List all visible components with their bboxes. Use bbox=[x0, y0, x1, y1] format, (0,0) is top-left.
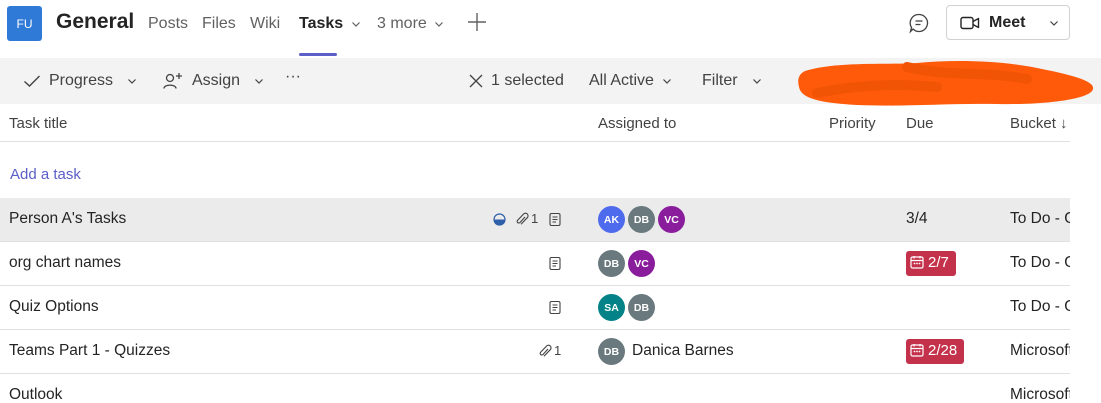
task-title[interactable]: org chart names bbox=[9, 254, 121, 272]
table-row[interactable]: Quiz Options SA DB To Do - Quizzes bbox=[0, 286, 1070, 330]
selected-count-label: 1 selected bbox=[491, 72, 564, 89]
team-avatar[interactable]: FU bbox=[7, 6, 42, 41]
filter-button[interactable]: Filter bbox=[702, 72, 770, 90]
task-list: Task title Assigned to Priority Due Buck… bbox=[0, 104, 1070, 403]
assign-button[interactable]: Assign bbox=[162, 72, 272, 90]
channel-header: FU General Posts Files Wiki Tasks 3 more… bbox=[0, 0, 1070, 58]
task-title[interactable]: Person A's Tasks bbox=[9, 210, 126, 228]
bucket-name[interactable]: Microsoft bbox=[1010, 342, 1070, 360]
progress-button[interactable]: Progress bbox=[23, 72, 145, 90]
table-row[interactable]: Person A's Tasks 1 AK DB VC 3/4 To Do - … bbox=[0, 198, 1070, 242]
avatar[interactable]: SA bbox=[598, 294, 625, 321]
notes-icon bbox=[549, 300, 561, 315]
avatar[interactable]: VC bbox=[628, 250, 655, 277]
add-task-button[interactable]: Add a task bbox=[10, 166, 81, 183]
bucket-name[interactable]: To Do - Quizzes bbox=[1010, 254, 1070, 272]
column-header-task-title[interactable]: Task title bbox=[9, 115, 67, 132]
task-title[interactable]: Teams Part 1 - Quizzes bbox=[9, 342, 170, 360]
checkmark-icon bbox=[24, 75, 40, 87]
notes-icon bbox=[549, 256, 561, 271]
filter-label: Filter bbox=[702, 72, 738, 89]
table-row[interactable]: org chart names DB VC 2/7 To Do - Quizze… bbox=[0, 242, 1070, 286]
task-title[interactable]: Quiz Options bbox=[9, 298, 99, 316]
close-icon bbox=[469, 74, 483, 88]
chevron-down-icon bbox=[752, 79, 761, 84]
avatar[interactable]: DB bbox=[628, 206, 655, 233]
table-row[interactable]: Teams Part 1 - Quizzes 1 DB Danica Barne… bbox=[0, 330, 1070, 374]
column-header-due[interactable]: Due bbox=[906, 115, 934, 132]
due-date-late-badge[interactable]: 2/28 bbox=[906, 339, 965, 364]
chevron-down-icon bbox=[435, 21, 444, 27]
tab-tasks-label: Tasks bbox=[299, 15, 344, 32]
tab-files[interactable]: Files bbox=[202, 15, 236, 33]
chevron-down-icon bbox=[1050, 20, 1058, 26]
task-title[interactable]: Outlook bbox=[9, 386, 62, 403]
column-header-priority[interactable]: Priority bbox=[829, 115, 876, 132]
meet-button[interactable]: Meet bbox=[946, 5, 1040, 40]
due-date[interactable]: 3/4 bbox=[906, 210, 928, 228]
clear-selection-button[interactable]: 1 selected bbox=[469, 72, 564, 90]
calendar-late-icon bbox=[910, 256, 924, 269]
attachment-count: 1 bbox=[531, 211, 539, 226]
chevron-down-icon bbox=[128, 79, 136, 84]
notes-icon bbox=[549, 212, 561, 227]
avatar[interactable]: DB bbox=[598, 338, 625, 365]
redaction-mark bbox=[798, 61, 1094, 106]
attachment-count: 1 bbox=[554, 343, 562, 358]
avatar[interactable]: AK bbox=[598, 206, 625, 233]
table-row[interactable]: Outlook Microsoft bbox=[0, 374, 1070, 403]
progress-label: Progress bbox=[49, 72, 114, 89]
avatar[interactable]: DB bbox=[598, 250, 625, 277]
bucket-name[interactable]: Microsoft bbox=[1010, 386, 1070, 403]
due-date-late-badge[interactable]: 2/7 bbox=[906, 251, 956, 276]
meet-label: Meet bbox=[989, 13, 1026, 31]
all-active-label: All Active bbox=[589, 72, 654, 89]
due-date: 2/28 bbox=[928, 342, 958, 359]
avatar[interactable]: VC bbox=[658, 206, 685, 233]
conversation-icon[interactable] bbox=[908, 12, 930, 34]
bucket-name[interactable]: To Do - Quizzes bbox=[1010, 298, 1070, 316]
chevron-down-icon bbox=[255, 79, 263, 84]
due-date: 2/7 bbox=[928, 254, 949, 271]
column-header-row: Task title Assigned to Priority Due Buck… bbox=[0, 104, 1070, 142]
active-tab-indicator bbox=[299, 53, 337, 56]
assign-label: Assign bbox=[192, 72, 241, 89]
chevron-down-icon bbox=[662, 79, 671, 84]
channel-name: General bbox=[56, 10, 135, 33]
tab-wiki[interactable]: Wiki bbox=[250, 15, 280, 33]
assign-person-icon bbox=[163, 73, 182, 89]
all-active-filter-button[interactable]: All Active bbox=[589, 72, 680, 90]
attachment-icon bbox=[539, 344, 552, 357]
meet-options-button[interactable] bbox=[1039, 5, 1070, 40]
more-options-button[interactable]: ··· bbox=[285, 68, 301, 86]
chevron-down-icon bbox=[351, 21, 360, 27]
video-camera-icon bbox=[960, 16, 980, 29]
progress-in-progress-icon[interactable] bbox=[493, 213, 506, 226]
tab-tasks[interactable]: Tasks bbox=[299, 15, 361, 33]
column-header-bucket[interactable]: Bucket ↓ bbox=[1010, 115, 1068, 132]
assignee-name[interactable]: Danica Barnes bbox=[632, 342, 734, 360]
add-tab-icon[interactable] bbox=[467, 12, 487, 32]
tab-more[interactable]: 3 more bbox=[377, 15, 444, 33]
tab-more-label: 3 more bbox=[377, 15, 427, 32]
calendar-late-icon bbox=[910, 344, 924, 357]
column-header-assigned-to[interactable]: Assigned to bbox=[598, 115, 676, 132]
avatar[interactable]: DB bbox=[628, 294, 655, 321]
tab-posts[interactable]: Posts bbox=[148, 15, 188, 33]
more-options-label: ··· bbox=[285, 68, 301, 85]
attachment-icon bbox=[516, 212, 529, 225]
bucket-name[interactable]: To Do - Quizzes bbox=[1010, 210, 1070, 228]
